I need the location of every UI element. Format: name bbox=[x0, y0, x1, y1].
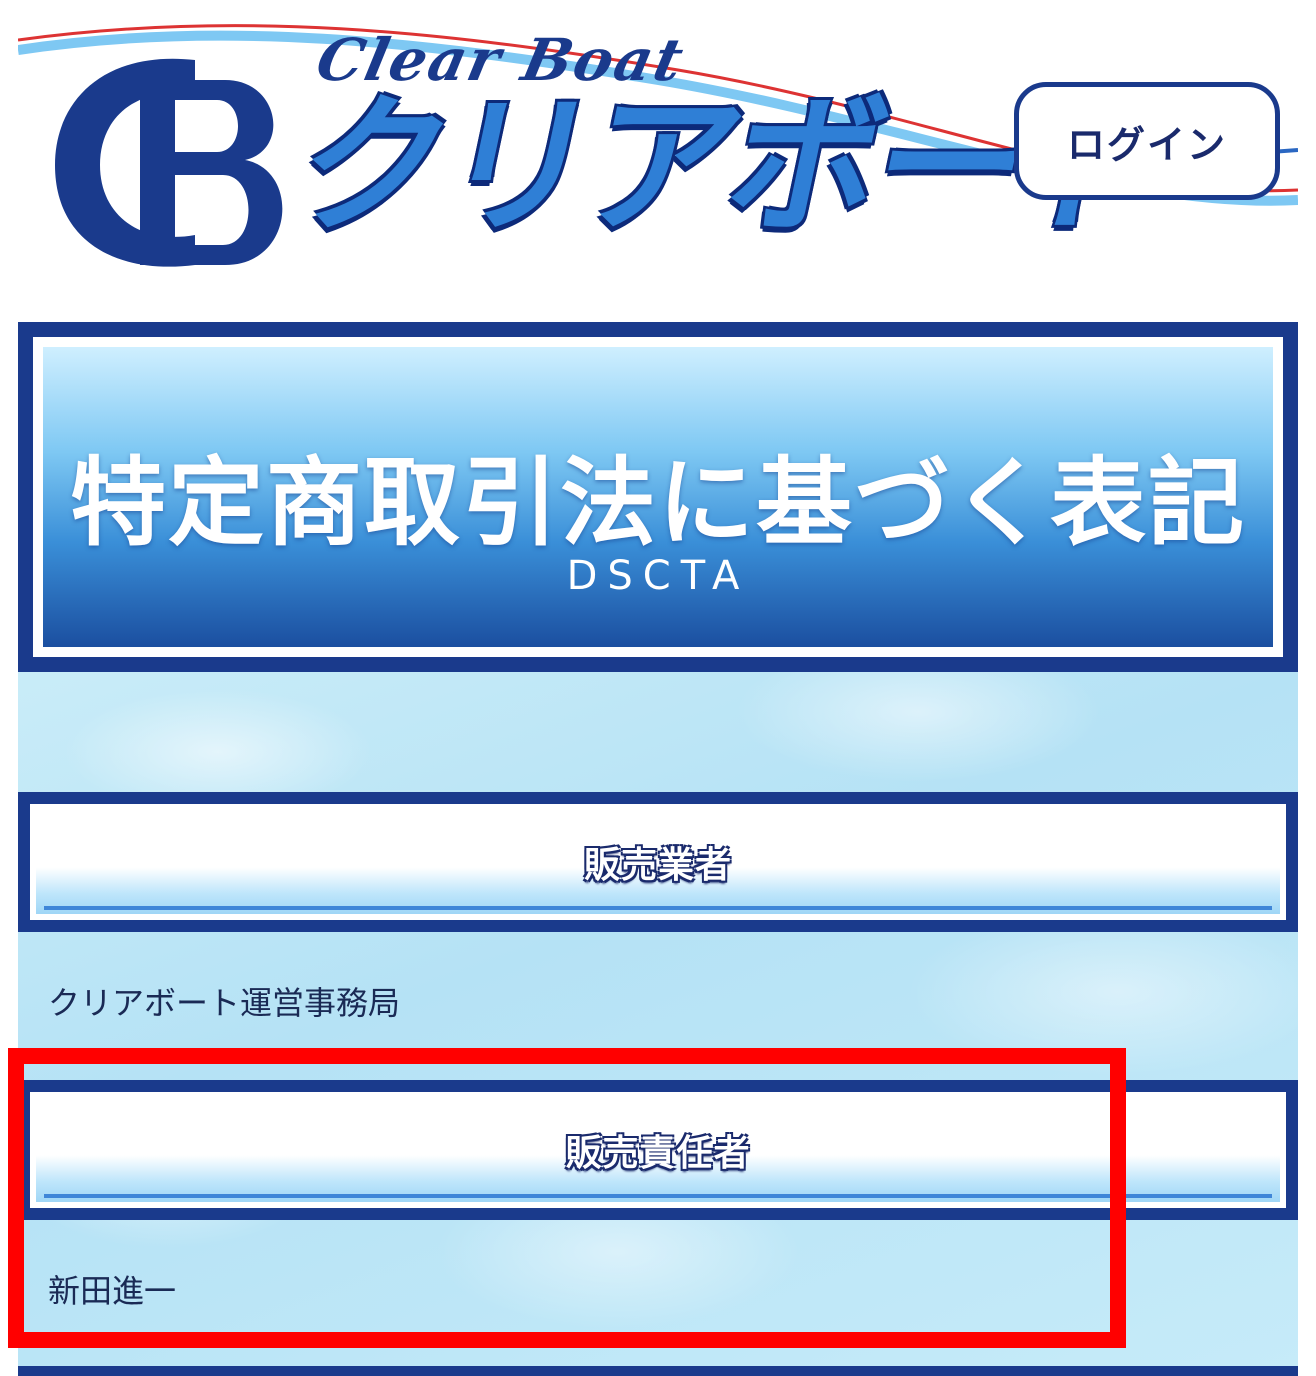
next-section-edge bbox=[18, 1366, 1298, 1376]
page-title-banner: 特定商取引法に基づく表記 DSCTA bbox=[18, 322, 1298, 672]
section-header-inner: 販売責任者 bbox=[30, 1092, 1286, 1208]
section-heading-seller: 販売業者 bbox=[583, 845, 732, 886]
responsible-value: 新田進一 bbox=[48, 1272, 177, 1310]
section-header-seller: 販売業者 bbox=[18, 792, 1298, 932]
section-header-responsible: 販売責任者 bbox=[18, 1080, 1298, 1220]
site-header: Clear Boat クリアボート ログイン bbox=[0, 0, 1316, 300]
section-header-inner: 販売業者 bbox=[30, 804, 1286, 920]
login-button[interactable]: ログイン bbox=[1014, 82, 1280, 200]
cb-logo-icon[interactable] bbox=[45, 40, 315, 280]
banner-inner: 特定商取引法に基づく表記 DSCTA bbox=[33, 337, 1283, 657]
section-heading-responsible: 販売責任者 bbox=[565, 1133, 751, 1174]
seller-value: クリアボート運営事務局 bbox=[48, 984, 401, 1022]
content-background bbox=[18, 672, 1298, 1376]
page-title: 特定商取引法に基づく表記 bbox=[70, 447, 1246, 559]
page-subtitle: DSCTA bbox=[566, 553, 750, 599]
